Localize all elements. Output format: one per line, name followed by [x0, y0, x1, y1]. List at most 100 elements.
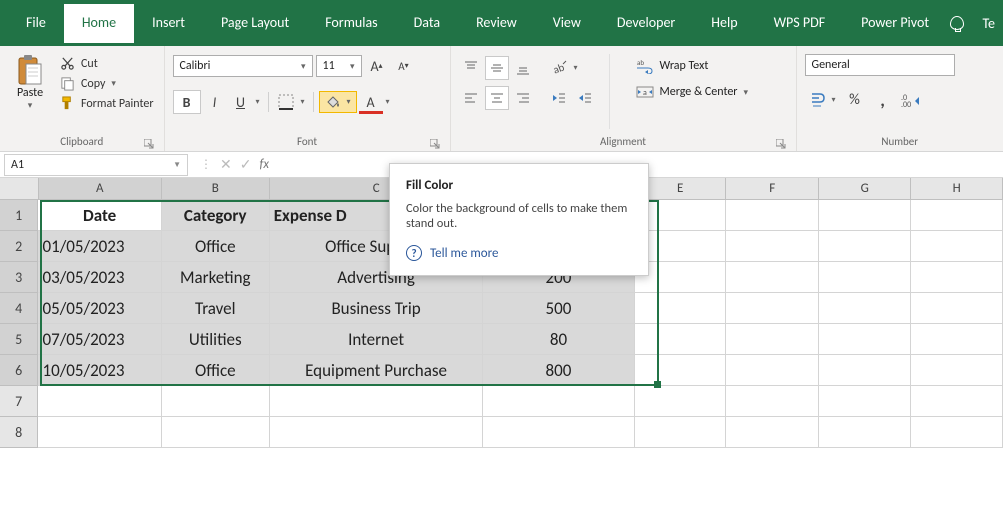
cell-e8[interactable]: [635, 417, 727, 448]
tab-view[interactable]: View: [535, 4, 599, 43]
cell-h5[interactable]: [911, 324, 1003, 355]
cell-b6[interactable]: Office: [162, 355, 270, 386]
cell-g5[interactable]: [819, 324, 912, 355]
cell-c4[interactable]: Business Trip: [270, 293, 484, 324]
paste-button[interactable]: Paste ▾: [8, 50, 52, 133]
cell-f3[interactable]: [726, 262, 819, 293]
row-header-6[interactable]: 6: [0, 355, 38, 386]
borders-button[interactable]: ▾: [274, 90, 308, 114]
format-painter-button[interactable]: Format Painter: [60, 96, 154, 111]
cell-g3[interactable]: [819, 262, 912, 293]
cell-d4[interactable]: 500: [483, 293, 634, 324]
cell-d8[interactable]: [483, 417, 634, 448]
cell-d5[interactable]: 80: [483, 324, 634, 355]
cell-a3[interactable]: 03/05/2023: [38, 262, 161, 293]
cell-b5[interactable]: Utilities: [162, 324, 270, 355]
paste-dropdown-icon[interactable]: ▾: [28, 100, 33, 111]
clipboard-launcher[interactable]: [144, 139, 154, 149]
tab-wps-pdf[interactable]: WPS PDF: [756, 4, 844, 43]
tell-me-icon[interactable]: [950, 16, 964, 30]
row-header-3[interactable]: 3: [0, 262, 38, 293]
percent-button[interactable]: %: [843, 88, 867, 112]
cell-e4[interactable]: [635, 293, 727, 324]
tab-page-layout[interactable]: Page Layout: [203, 4, 307, 43]
tab-data[interactable]: Data: [396, 4, 458, 43]
align-center-button[interactable]: [485, 86, 509, 110]
cell-a8[interactable]: [38, 417, 161, 448]
cell-f8[interactable]: [726, 417, 819, 448]
tab-home[interactable]: Home: [64, 4, 134, 43]
tab-file[interactable]: File: [8, 4, 64, 43]
tab-help[interactable]: Help: [693, 4, 755, 43]
select-all-corner[interactable]: [0, 178, 39, 199]
fill-color-button[interactable]: ▾: [319, 91, 357, 113]
tab-formulas[interactable]: Formulas: [307, 4, 395, 43]
cell-b7[interactable]: [162, 386, 270, 417]
font-launcher[interactable]: [430, 139, 440, 149]
cell-h1[interactable]: [911, 200, 1003, 231]
cell-d6[interactable]: 800: [483, 355, 634, 386]
increase-decimal-button[interactable]: .0.00: [899, 88, 923, 112]
cell-c5[interactable]: Internet: [270, 324, 484, 355]
cell-b1[interactable]: Category: [162, 200, 270, 231]
increase-font-button[interactable]: A▴: [365, 54, 389, 78]
tab-developer[interactable]: Developer: [599, 4, 693, 43]
cancel-formula-button[interactable]: ✕: [220, 156, 232, 173]
orientation-button[interactable]: ab▾: [547, 56, 581, 80]
cell-d7[interactable]: [483, 386, 634, 417]
col-header-b[interactable]: B: [162, 178, 270, 199]
cell-b8[interactable]: [162, 417, 270, 448]
cell-b2[interactable]: Office: [162, 231, 270, 262]
font-name-combo[interactable]: Calibri▾: [173, 55, 313, 77]
cell-c6[interactable]: Equipment Purchase: [270, 355, 484, 386]
cell-a2[interactable]: 01/05/2023: [38, 231, 161, 262]
copy-dropdown-icon[interactable]: ▾: [111, 78, 116, 89]
name-box[interactable]: A1▼: [4, 154, 188, 176]
tell-me-label[interactable]: Te: [982, 15, 995, 32]
bold-button[interactable]: B: [173, 90, 201, 114]
align-left-button[interactable]: [459, 86, 483, 110]
decrease-indent-button[interactable]: [547, 86, 571, 110]
row-header-7[interactable]: 7: [0, 386, 38, 417]
row-header-2[interactable]: 2: [0, 231, 38, 262]
cell-a7[interactable]: [38, 386, 161, 417]
cell-a6[interactable]: 10/05/2023: [38, 355, 161, 386]
cut-button[interactable]: Cut: [60, 56, 154, 71]
cell-f2[interactable]: [726, 231, 819, 262]
alignment-launcher[interactable]: [776, 139, 786, 149]
comma-button[interactable]: ,: [871, 88, 895, 112]
row-header-8[interactable]: 8: [0, 417, 38, 448]
cell-f5[interactable]: [726, 324, 819, 355]
increase-indent-button[interactable]: [573, 86, 597, 110]
enter-formula-button[interactable]: ✓: [240, 156, 252, 173]
cell-g1[interactable]: [819, 200, 912, 231]
cell-h3[interactable]: [911, 262, 1003, 293]
copy-button[interactable]: Copy ▾: [60, 76, 154, 91]
cell-g2[interactable]: [819, 231, 912, 262]
align-bottom-button[interactable]: [511, 56, 535, 80]
cell-e5[interactable]: [635, 324, 727, 355]
accounting-format-button[interactable]: ▾: [805, 88, 839, 112]
tooltip-tell-me-more[interactable]: ? Tell me more: [406, 245, 632, 261]
cell-a1[interactable]: Date: [38, 200, 161, 231]
tab-review[interactable]: Review: [458, 4, 535, 43]
cell-b4[interactable]: Travel: [162, 293, 270, 324]
cell-f1[interactable]: [726, 200, 819, 231]
cell-b3[interactable]: Marketing: [162, 262, 270, 293]
cell-e7[interactable]: [635, 386, 727, 417]
row-header-1[interactable]: 1: [0, 200, 38, 231]
cell-f7[interactable]: [726, 386, 819, 417]
cell-g7[interactable]: [819, 386, 912, 417]
cell-h7[interactable]: [911, 386, 1003, 417]
col-header-g[interactable]: G: [819, 178, 912, 199]
fx-icon[interactable]: fx: [259, 157, 269, 172]
italic-button[interactable]: I: [203, 90, 227, 114]
cell-h2[interactable]: [911, 231, 1003, 262]
tab-insert[interactable]: Insert: [134, 4, 203, 43]
cell-g6[interactable]: [819, 355, 912, 386]
cell-g4[interactable]: [819, 293, 912, 324]
cell-h6[interactable]: [911, 355, 1003, 386]
cell-g8[interactable]: [819, 417, 912, 448]
merge-dropdown-icon[interactable]: ▾: [744, 87, 749, 98]
dropdown-dots-icon[interactable]: ⋮: [200, 157, 212, 172]
